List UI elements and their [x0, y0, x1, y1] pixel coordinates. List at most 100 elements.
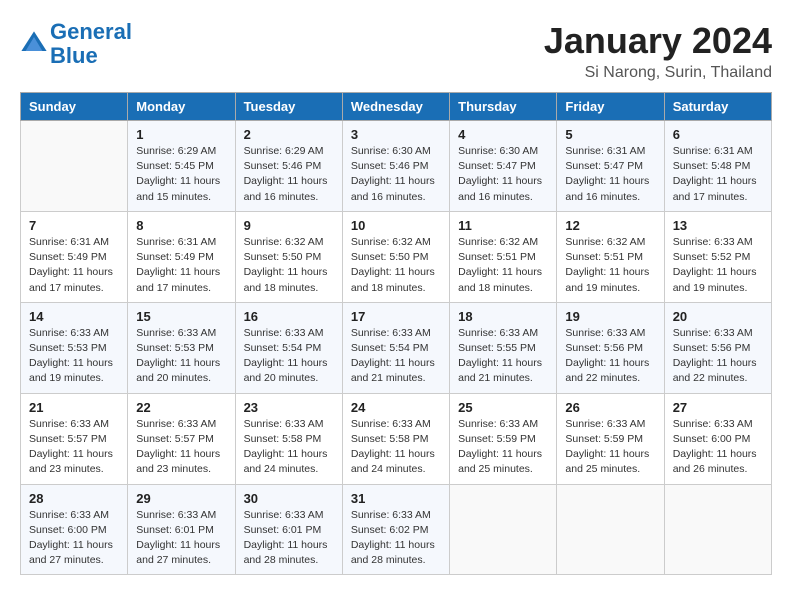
day-info: Sunrise: 6:33 AMSunset: 6:01 PMDaylight:…	[244, 508, 334, 569]
day-cell: 2Sunrise: 6:29 AMSunset: 5:46 PMDaylight…	[235, 121, 342, 212]
day-cell: 24 Sunrise: 6:33 AMSunset: 5:58 PMDayligh…	[342, 393, 449, 484]
day-cell: 10Sunrise: 6:32 AMSunset: 5:50 PMDayligh…	[342, 211, 449, 302]
day-number: 17	[351, 309, 441, 324]
day-info: Sunrise: 6:32 AMSunset: 5:51 PMDaylight:…	[458, 235, 548, 296]
day-number: 19	[565, 309, 655, 324]
header-tuesday: Tuesday	[235, 93, 342, 121]
day-cell: 15Sunrise: 6:33 AMSunset: 5:53 PMDayligh…	[128, 302, 235, 393]
day-cell	[450, 484, 557, 575]
day-number: 14	[29, 309, 119, 324]
day-cell: 12 Sunrise: 6:32 AMSunset: 5:51 PMDayligh…	[557, 211, 664, 302]
day-cell: 7 Sunrise: 6:31 AMSunset: 5:49 PMDaylight…	[21, 211, 128, 302]
logo-icon	[20, 30, 48, 58]
day-cell: 1Sunrise: 6:29 AMSunset: 5:45 PMDaylight…	[128, 121, 235, 212]
day-number: 7	[29, 218, 119, 233]
day-info: Sunrise: 6:33 AMSunset: 5:54 PMDaylight:…	[244, 326, 334, 387]
day-number: 6	[673, 127, 763, 142]
day-cell: 18 Sunrise: 6:33 AMSunset: 5:55 PMDayligh…	[450, 302, 557, 393]
day-info: Sunrise: 6:33 AMSunset: 6:00 PMDaylight:…	[673, 417, 763, 478]
day-cell: 30 Sunrise: 6:33 AMSunset: 6:01 PMDayligh…	[235, 484, 342, 575]
header-sunday: Sunday	[21, 93, 128, 121]
day-info: Sunrise: 6:33 AMSunset: 5:56 PMDaylight:…	[673, 326, 763, 387]
day-info: Sunrise: 6:31 AMSunset: 5:48 PMDaylight:…	[673, 144, 763, 205]
header-thursday: Thursday	[450, 93, 557, 121]
day-cell: 20 Sunrise: 6:33 AMSunset: 5:56 PMDayligh…	[664, 302, 771, 393]
day-cell	[21, 121, 128, 212]
day-cell	[664, 484, 771, 575]
day-number: 30	[244, 491, 334, 506]
day-info: Sunrise: 6:33 AMSunset: 5:58 PMDaylight:…	[351, 417, 441, 478]
day-number: 15	[136, 309, 226, 324]
day-info: Sunrise: 6:33 AMSunset: 6:01 PMDaylight:…	[136, 508, 226, 569]
page-header: General Blue January 2024 Si Narong, Sur…	[20, 20, 772, 82]
day-cell: 22 Sunrise: 6:33 AMSunset: 5:57 PMDayligh…	[128, 393, 235, 484]
header-friday: Friday	[557, 93, 664, 121]
day-number: 31	[351, 491, 441, 506]
day-number: 18	[458, 309, 548, 324]
day-cell: 31 Sunrise: 6:33 AMSunset: 6:02 PMDayligh…	[342, 484, 449, 575]
day-number: 28	[29, 491, 119, 506]
header-wednesday: Wednesday	[342, 93, 449, 121]
day-cell: 29 Sunrise: 6:33 AMSunset: 6:01 PMDayligh…	[128, 484, 235, 575]
day-cell: 3 Sunrise: 6:30 AMSunset: 5:46 PMDaylight…	[342, 121, 449, 212]
day-cell: 14 Sunrise: 6:33 AMSunset: 5:53 PMDayligh…	[21, 302, 128, 393]
day-cell	[557, 484, 664, 575]
day-number: 16	[244, 309, 334, 324]
day-cell: 5 Sunrise: 6:31 AMSunset: 5:47 PMDaylight…	[557, 121, 664, 212]
day-number: 12	[565, 218, 655, 233]
week-row-2: 7 Sunrise: 6:31 AMSunset: 5:49 PMDaylight…	[21, 211, 772, 302]
day-number: 25	[458, 400, 548, 415]
day-info: Sunrise: 6:31 AMSunset: 5:49 PMDaylight:…	[136, 235, 226, 296]
day-number: 21	[29, 400, 119, 415]
day-info: Sunrise: 6:31 AMSunset: 5:49 PMDaylight:…	[29, 235, 119, 296]
day-cell: 26 Sunrise: 6:33 AMSunset: 5:59 PMDayligh…	[557, 393, 664, 484]
day-number: 1	[136, 127, 226, 142]
day-cell: 25Sunrise: 6:33 AMSunset: 5:59 PMDayligh…	[450, 393, 557, 484]
day-info: Sunrise: 6:33 AMSunset: 5:52 PMDaylight:…	[673, 235, 763, 296]
day-info: Sunrise: 6:32 AMSunset: 5:51 PMDaylight:…	[565, 235, 655, 296]
logo: General Blue	[20, 20, 132, 68]
day-number: 26	[565, 400, 655, 415]
day-number: 11	[458, 218, 548, 233]
day-info: Sunrise: 6:30 AMSunset: 5:46 PMDaylight:…	[351, 144, 441, 205]
calendar-table: SundayMondayTuesdayWednesdayThursdayFrid…	[20, 92, 772, 575]
header-saturday: Saturday	[664, 93, 771, 121]
day-info: Sunrise: 6:32 AMSunset: 5:50 PMDaylight:…	[244, 235, 334, 296]
day-number: 27	[673, 400, 763, 415]
week-row-5: 28 Sunrise: 6:33 AMSunset: 6:00 PMDayligh…	[21, 484, 772, 575]
day-info: Sunrise: 6:31 AMSunset: 5:47 PMDaylight:…	[565, 144, 655, 205]
day-number: 24	[351, 400, 441, 415]
day-cell: 27 Sunrise: 6:33 AMSunset: 6:00 PMDayligh…	[664, 393, 771, 484]
month-title: January 2024	[544, 20, 772, 62]
day-cell: 19Sunrise: 6:33 AMSunset: 5:56 PMDayligh…	[557, 302, 664, 393]
day-number: 13	[673, 218, 763, 233]
title-block: January 2024 Si Narong, Surin, Thailand	[544, 20, 772, 82]
day-cell: 23 Sunrise: 6:33 AMSunset: 5:58 PMDayligh…	[235, 393, 342, 484]
day-cell: 28 Sunrise: 6:33 AMSunset: 6:00 PMDayligh…	[21, 484, 128, 575]
logo-general: General	[50, 19, 132, 44]
day-number: 29	[136, 491, 226, 506]
header-row: SundayMondayTuesdayWednesdayThursdayFrid…	[21, 93, 772, 121]
day-number: 23	[244, 400, 334, 415]
day-number: 3	[351, 127, 441, 142]
day-cell: 17 Sunrise: 6:33 AMSunset: 5:54 PMDayligh…	[342, 302, 449, 393]
day-info: Sunrise: 6:33 AMSunset: 5:54 PMDaylight:…	[351, 326, 441, 387]
day-info: Sunrise: 6:33 AMSunset: 5:57 PMDaylight:…	[136, 417, 226, 478]
day-info: Sunrise: 6:33 AMSunset: 6:00 PMDaylight:…	[29, 508, 119, 569]
location-title: Si Narong, Surin, Thailand	[544, 64, 772, 82]
day-number: 9	[244, 218, 334, 233]
day-info: Sunrise: 6:33 AMSunset: 6:02 PMDaylight:…	[351, 508, 441, 569]
day-info: Sunrise: 6:29 AMSunset: 5:46 PMDaylight:…	[244, 144, 334, 205]
day-info: Sunrise: 6:33 AMSunset: 5:58 PMDaylight:…	[244, 417, 334, 478]
day-cell: 16 Sunrise: 6:33 AMSunset: 5:54 PMDayligh…	[235, 302, 342, 393]
day-info: Sunrise: 6:33 AMSunset: 5:59 PMDaylight:…	[565, 417, 655, 478]
day-number: 20	[673, 309, 763, 324]
day-cell: 8 Sunrise: 6:31 AMSunset: 5:49 PMDaylight…	[128, 211, 235, 302]
day-number: 5	[565, 127, 655, 142]
day-number: 22	[136, 400, 226, 415]
day-number: 8	[136, 218, 226, 233]
day-info: Sunrise: 6:33 AMSunset: 5:53 PMDaylight:…	[29, 326, 119, 387]
day-cell: 6 Sunrise: 6:31 AMSunset: 5:48 PMDaylight…	[664, 121, 771, 212]
day-info: Sunrise: 6:33 AMSunset: 5:55 PMDaylight:…	[458, 326, 548, 387]
day-number: 10	[351, 218, 441, 233]
